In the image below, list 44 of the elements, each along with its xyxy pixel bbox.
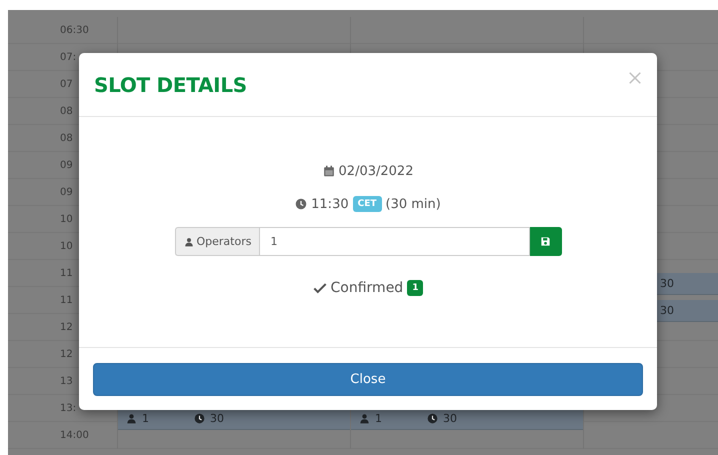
clock-icon — [295, 198, 308, 210]
time-label: 09 — [59, 159, 74, 173]
operators-field[interactable]: 1 — [259, 227, 530, 256]
duration-text: 30 — [210, 412, 224, 425]
person-icon — [126, 413, 137, 424]
time-label: 13: — [59, 402, 78, 416]
time-text: 11:30 — [311, 196, 349, 212]
time-label: 08 — [59, 132, 74, 146]
operator-count: 1 — [375, 412, 382, 425]
calendar-icon — [322, 165, 335, 177]
event-block[interactable]: 1 30 — [351, 408, 583, 430]
time-label: 14:00 — [59, 429, 90, 443]
duration-text: 30 — [443, 412, 457, 425]
close-icon — [628, 70, 642, 84]
clock-icon — [194, 413, 205, 424]
time-label: 12 — [59, 348, 74, 362]
time-label: 11 — [59, 267, 74, 281]
time-label: 12 — [59, 321, 74, 335]
person-icon — [359, 413, 370, 424]
time-label: 06:30 — [59, 24, 90, 38]
clock-icon — [427, 413, 438, 424]
operator-count: 1 — [142, 412, 149, 425]
save-button[interactable] — [530, 227, 562, 256]
timezone-badge: CET — [352, 196, 382, 212]
duration-text: 30 — [660, 304, 674, 317]
event-block[interactable]: 1 30 — [118, 408, 350, 430]
time-label: 10 — [59, 240, 74, 254]
date-text: 02/03/2022 — [338, 164, 414, 178]
status-text: Confirmed — [330, 280, 404, 296]
time-label: 10 — [59, 213, 74, 227]
time-label: 09 — [59, 186, 74, 200]
time-label: 07: — [59, 51, 78, 65]
duration-text: 30 — [660, 277, 674, 290]
person-icon — [184, 236, 194, 246]
duration-text: (30 min) — [386, 196, 441, 212]
check-icon — [312, 281, 327, 295]
count-badge: 1 — [407, 280, 424, 296]
save-icon — [540, 236, 551, 247]
close-button[interactable]: Close — [93, 362, 643, 396]
operators-text: Operators — [196, 235, 252, 248]
time-label: 13 — [59, 375, 74, 389]
time-label: 08 — [59, 105, 74, 119]
modal-title: SLOT DETAILS — [94, 72, 247, 96]
time-label: 11 — [59, 294, 74, 308]
